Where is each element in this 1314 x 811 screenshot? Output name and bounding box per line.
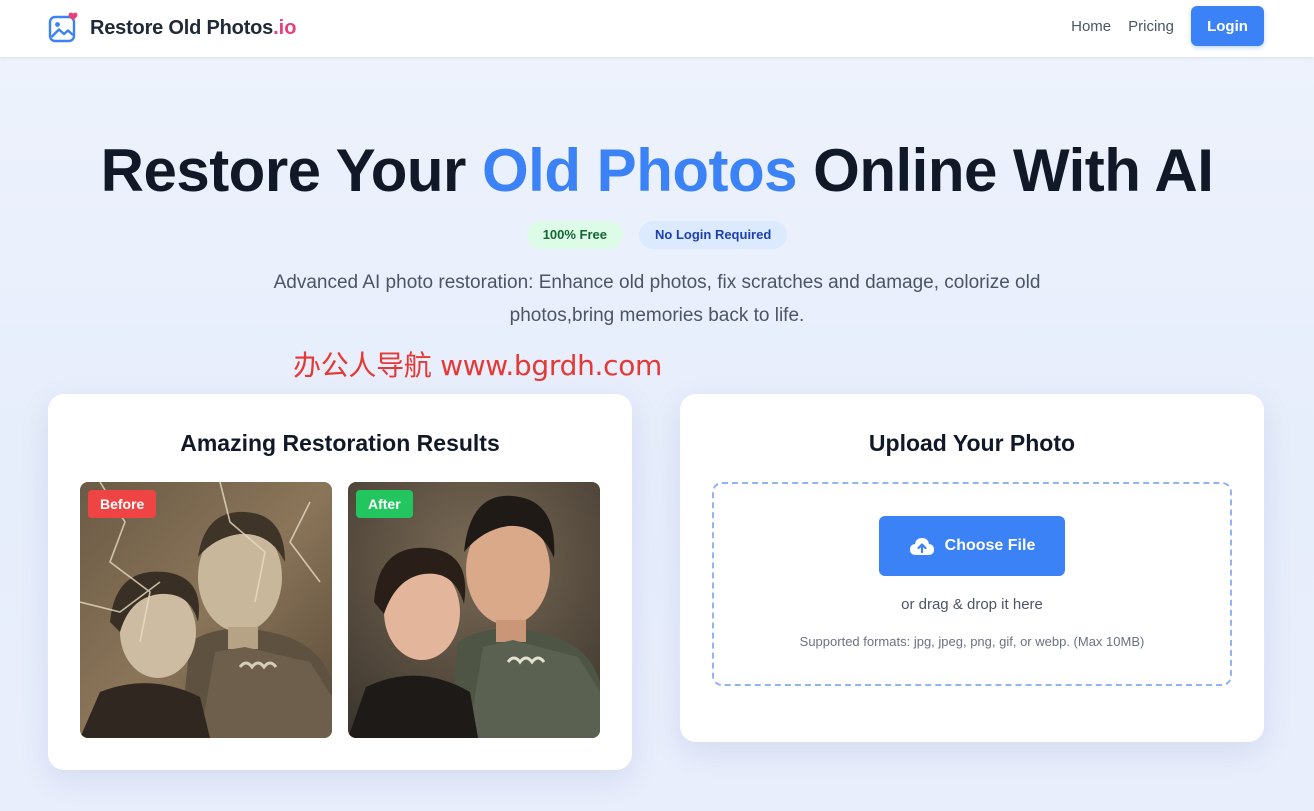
nav-home-link[interactable]: Home xyxy=(1071,18,1111,35)
choose-file-button[interactable]: Choose File xyxy=(879,516,1065,576)
results-title: Amazing Restoration Results xyxy=(180,430,500,456)
before-tag: Before xyxy=(88,490,157,518)
hero-badges: 100% Free No Login Required xyxy=(0,221,1314,249)
upload-title: Upload Your Photo xyxy=(868,430,1076,456)
results-card: Amazing Restoration Results Before After xyxy=(48,394,632,770)
hero-title: Restore Your Old Photos Online With AI xyxy=(0,134,1314,208)
choose-file-label: Choose File xyxy=(944,537,1036,554)
cloud-upload-icon xyxy=(909,538,934,555)
upload-card: Upload Your Photo Choose File or drag & … xyxy=(680,394,1264,742)
site-header: Restore Old Photos.io Home Pricing Login xyxy=(0,0,1314,57)
supported-formats-text: Supported formats: jpg, jpeg, png, gif, … xyxy=(799,634,1145,649)
after-tag: After xyxy=(356,490,413,518)
after-photo: After xyxy=(348,482,600,738)
hero-title-part2: Online With AI xyxy=(797,137,1214,204)
watermark-text: 办公人导航 www.bgrdh.com xyxy=(293,349,663,382)
login-button[interactable]: Login xyxy=(1191,6,1264,46)
hero-title-part1: Restore Your xyxy=(100,137,483,204)
before-photo: Before xyxy=(80,482,332,738)
no-login-badge: No Login Required xyxy=(639,221,788,249)
photo-heart-icon xyxy=(48,12,78,43)
main-nav: Home Pricing Login xyxy=(1071,6,1264,46)
drag-drop-text: or drag & drop it here xyxy=(901,596,1043,613)
hero-title-highlight: Old Photos xyxy=(482,137,797,204)
after-photo-image xyxy=(348,482,600,738)
hero-subtitle: Advanced AI photo restoration: Enhance o… xyxy=(273,272,1041,326)
brand-name: Restore Old Photos xyxy=(90,16,274,39)
before-photo-image xyxy=(80,482,332,738)
nav-pricing-link[interactable]: Pricing xyxy=(1128,18,1174,35)
free-badge: 100% Free xyxy=(526,221,624,249)
brand-logo-link[interactable]: Restore Old Photos.io xyxy=(48,10,296,46)
brand-suffix: .io xyxy=(273,16,297,39)
upload-dropzone[interactable]: Choose File or drag & drop it here Suppo… xyxy=(712,482,1232,686)
